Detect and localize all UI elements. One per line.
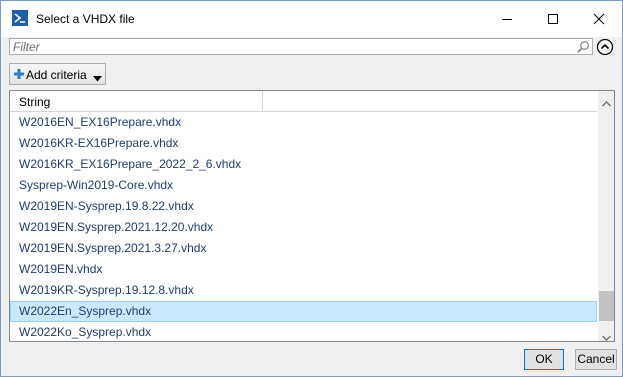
title-bar: Select a VHDX file <box>1 1 622 37</box>
list-item-text: W2019KR-Sysprep.19.12.8.vhdx <box>19 283 194 297</box>
list-item-text: W2022En_Sysprep.vhdx <box>19 304 152 318</box>
maximize-icon <box>548 14 558 24</box>
ok-button[interactable]: OK <box>524 349 564 370</box>
list-item[interactable]: W2019EN.vhdx <box>10 259 597 280</box>
add-criteria-label: Add criteria <box>26 68 87 82</box>
column-header-string[interactable]: String <box>10 91 263 111</box>
caret-down-icon <box>93 71 102 82</box>
list-item-text: W2019EN.Sysprep.2021.3.27.vhdx <box>19 241 207 255</box>
minimize-icon <box>502 19 512 20</box>
list-item[interactable]: W2019KR-Sysprep.19.12.8.vhdx <box>10 280 597 301</box>
list-item-text: W2016EN_EX16Prepare.vhdx <box>19 115 182 129</box>
file-list: String W2016EN_EX16Prepare.vhdx W2016KR-… <box>9 90 615 342</box>
list-item-text: W2016KR_EX16Prepare_2022_2_6.vhdx <box>19 157 242 171</box>
list-item[interactable]: W2022Ko_Sysprep.vhdx <box>10 322 597 341</box>
column-header-empty[interactable] <box>263 91 597 111</box>
add-criteria-button[interactable]: Add criteria <box>9 63 106 85</box>
filter-field[interactable] <box>9 38 593 55</box>
close-button[interactable] <box>576 1 622 35</box>
list-item[interactable]: W2016EN_EX16Prepare.vhdx <box>10 112 597 133</box>
search-icon[interactable] <box>576 40 590 54</box>
list-item[interactable]: W2019EN-Sysprep.19.8.22.vhdx <box>10 196 597 217</box>
list-item[interactable]: W2016KR-EX16Prepare.vhdx <box>10 133 597 154</box>
list-rows: W2016EN_EX16Prepare.vhdx W2016KR-EX16Pre… <box>10 112 598 341</box>
list-item[interactable]: Sysprep-Win2019-Core.vhdx <box>10 175 597 196</box>
chevron-up-circle-icon <box>596 38 614 56</box>
vertical-scrollbar[interactable] <box>598 91 614 341</box>
list-item[interactable]: W2019EN.Sysprep.2021.3.27.vhdx <box>10 238 597 259</box>
scroll-up-icon[interactable] <box>602 96 611 107</box>
scroll-down-icon[interactable] <box>602 330 611 341</box>
maximize-button[interactable] <box>530 1 576 35</box>
list-item-text: Sysprep-Win2019-Core.vhdx <box>19 178 174 192</box>
column-header-label: String <box>19 95 51 109</box>
list-item-text: W2019EN-Sysprep.19.8.22.vhdx <box>19 199 194 213</box>
list-item-text: W2019EN.Sysprep.2021.12.20.vhdx <box>19 220 214 234</box>
scrollbar-thumb[interactable] <box>599 291 614 321</box>
dialog-window: Select a VHDX file Filter Add criteria S… <box>0 0 623 377</box>
filter-input[interactable] <box>13 39 573 54</box>
collapse-filter-button[interactable] <box>596 38 614 56</box>
powershell-icon <box>12 10 28 26</box>
window-title: Select a VHDX file <box>36 12 135 26</box>
cancel-button[interactable]: Cancel <box>575 349 617 370</box>
list-item-text: W2016KR-EX16Prepare.vhdx <box>19 136 179 150</box>
list-item-text: W2022Ko_Sysprep.vhdx <box>19 325 152 339</box>
list-item-selected[interactable]: W2022En_Sysprep.vhdx <box>10 301 597 322</box>
minimize-button[interactable] <box>484 1 530 35</box>
close-icon <box>593 13 605 25</box>
list-item-text: W2019EN.vhdx <box>19 262 103 276</box>
list-item[interactable]: W2016KR_EX16Prepare_2022_2_6.vhdx <box>10 154 597 175</box>
list-item[interactable]: W2019EN.Sysprep.2021.12.20.vhdx <box>10 217 597 238</box>
plus-icon <box>13 68 25 80</box>
column-header-row: String <box>10 91 597 112</box>
